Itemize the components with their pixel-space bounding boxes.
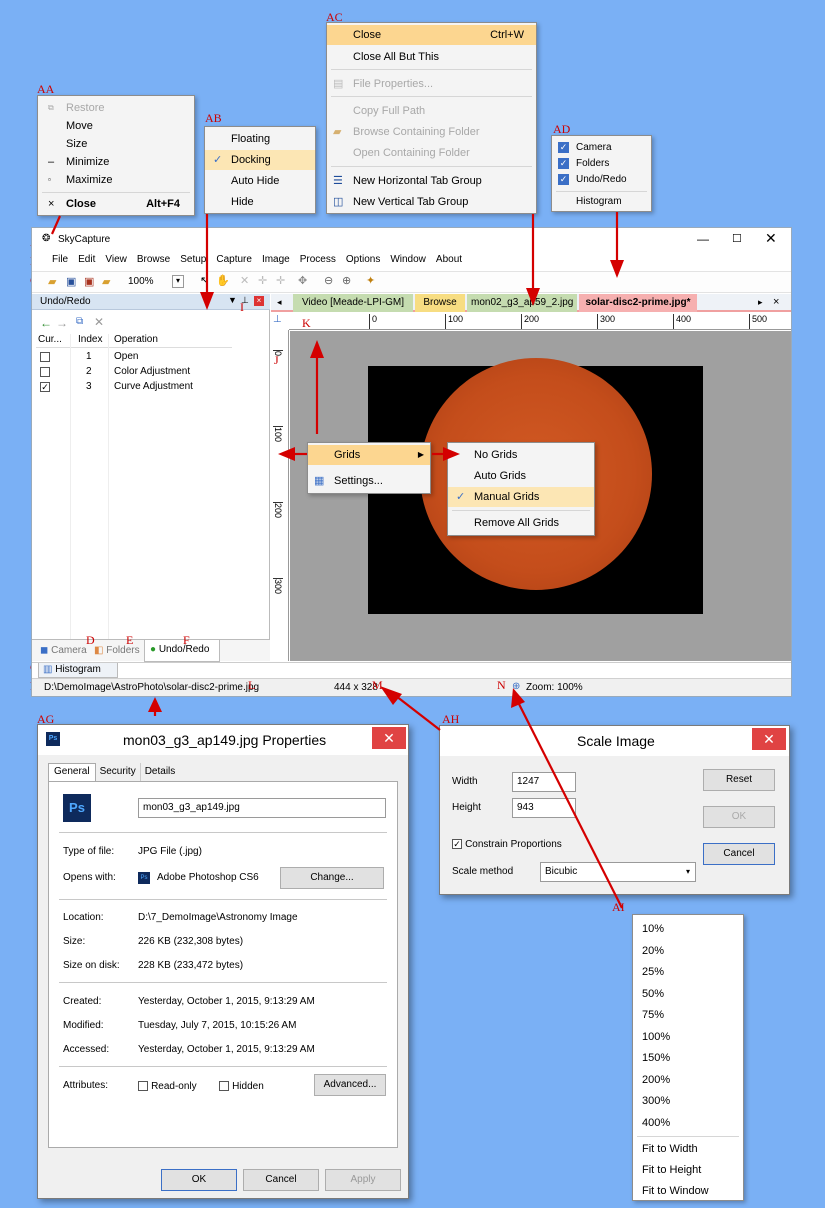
annotation-arrows — [50, 212, 624, 909]
